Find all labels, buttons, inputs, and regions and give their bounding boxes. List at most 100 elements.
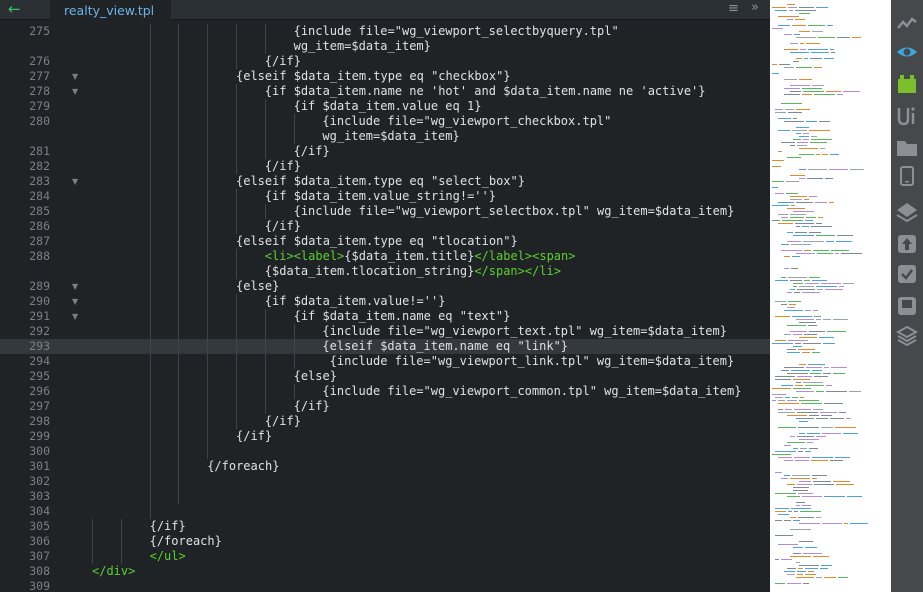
device-icon[interactable]	[895, 294, 919, 318]
indent-guide	[120, 549, 122, 564]
minimap-code-line	[793, 211, 814, 212]
folder-icon[interactable]	[895, 136, 919, 160]
code-line[interactable]: 293 {elseif $data_item.name eq "link"}	[0, 339, 770, 354]
minimap-code-line	[805, 451, 811, 452]
indent-guide	[178, 429, 180, 444]
code-line[interactable]: 279 {if $data_item.value eq 1}	[0, 99, 770, 114]
line-number: 281	[29, 144, 50, 158]
minimap-code-line	[821, 565, 832, 566]
minimap-code-line	[791, 508, 811, 509]
indent-guide	[207, 159, 209, 174]
code-line[interactable]: 281 {/if}	[0, 144, 770, 159]
line-number: 297	[29, 399, 50, 413]
indent-guide	[207, 144, 209, 159]
minimap-code-line	[825, 178, 833, 179]
code-line[interactable]: 291 ▼ {if $data_item.name eq "text"}	[0, 309, 770, 324]
indent-guide	[293, 114, 295, 129]
stack-icon[interactable]	[895, 324, 919, 348]
minimap-code-line	[816, 319, 821, 320]
code-line[interactable]: 308 </div>	[0, 564, 770, 579]
code-line[interactable]: 285 {include file="wg_viewport_selectbox.…	[0, 204, 770, 219]
code-line[interactable]: 301 {/foreach}	[0, 459, 770, 474]
fold-arrow-icon[interactable]: ▼	[72, 174, 82, 189]
code-line[interactable]: 287 {elseif $data_item.type eq "tlocation…	[0, 234, 770, 249]
minimap-code-line	[784, 445, 791, 446]
trend-icon[interactable]	[895, 12, 919, 36]
line-number: 308	[29, 564, 50, 578]
fold-arrow-icon[interactable]: ▼	[72, 294, 82, 309]
minimap-code-line	[785, 109, 794, 110]
code-line[interactable]: wg_item=$data_item}	[0, 39, 770, 54]
code-line[interactable]: 284 {if $data_item.value_string!=''}	[0, 189, 770, 204]
code-line[interactable]: 275 {include file="wg_viewport_selectbyqu…	[0, 24, 770, 39]
code-line[interactable]: 294 {include file="wg_viewport_link.tpl"…	[0, 354, 770, 369]
code-line[interactable]: 299 {/if}	[0, 429, 770, 444]
fold-arrow-icon[interactable]: ▼	[72, 84, 82, 99]
minimap[interactable]	[770, 0, 891, 592]
ui-icon[interactable]	[895, 104, 919, 128]
code-text: wg_item=$data_item}	[293, 39, 431, 53]
indent-guide	[149, 354, 151, 369]
checkbox-icon[interactable]	[895, 262, 919, 286]
indent-guide	[236, 399, 237, 414]
minimap-code-line	[781, 103, 802, 104]
minimap-code-line	[816, 517, 821, 518]
back-arrow-icon[interactable]: ←	[8, 1, 28, 19]
file-tab[interactable]: realty_view.tpl	[50, 0, 171, 20]
code-text: wg_item=$data_item}	[322, 129, 460, 143]
minimap-code-line	[797, 571, 806, 572]
code-line[interactable]: 297 {/if}	[0, 399, 770, 414]
tablet-icon[interactable]	[895, 164, 919, 188]
package-icon[interactable]	[895, 72, 919, 96]
minimap-code-line	[792, 397, 798, 398]
minimap-code-line	[799, 178, 805, 179]
code-line[interactable]: 305 {/if}	[0, 519, 770, 534]
code-line[interactable]: 303	[0, 489, 770, 504]
minimap-code-line	[824, 496, 845, 497]
code-line[interactable]: 276 {/if}	[0, 54, 770, 69]
code-line[interactable]: 306 {/foreach}	[0, 534, 770, 549]
minimap-code-line	[787, 307, 795, 308]
code-line[interactable]: 307 </ul>	[0, 549, 770, 564]
layers-icon[interactable]	[895, 200, 919, 224]
code-line[interactable]: 286 {/if}	[0, 219, 770, 234]
code-line[interactable]: 278 ▼ {if $data_item.name ne 'hot' and $da…	[0, 84, 770, 99]
code-line[interactable]: 298 {/if}	[0, 414, 770, 429]
code-editor[interactable]: 275 {include file="wg_viewport_selectbyqu…	[0, 20, 770, 592]
fold-arrow-icon[interactable]: ▼	[72, 69, 82, 84]
menu-icon[interactable]: ≡	[728, 1, 739, 16]
code-line[interactable]: 289 ▼ {else}	[0, 279, 770, 294]
indent-guide	[207, 429, 209, 444]
fold-arrow-icon[interactable]: ▼	[72, 279, 82, 294]
code-line[interactable]: 283 ▼ {elseif $data_item.type eq "select_b…	[0, 174, 770, 189]
code-line[interactable]: 288 <li><label>{$data_item.title}</label>…	[0, 249, 770, 264]
code-line[interactable]: 290 ▼ {if $data_item.value!=''}	[0, 294, 770, 309]
indent-guide	[207, 114, 209, 129]
code-line[interactable]: 302	[0, 474, 770, 489]
code-line[interactable]: 277 ▼ {elseif $data_item.type eq "checkbox…	[0, 69, 770, 84]
code-text: {else}	[236, 279, 280, 293]
indent-guide	[178, 294, 180, 309]
double-chevron-right-icon[interactable]: »	[751, 0, 759, 15]
code-line[interactable]: {$data_item.tlocation_string}</span></li…	[0, 264, 770, 279]
code-line[interactable]: 296 {include file="wg_viewport_common.tpl…	[0, 384, 770, 399]
code-line[interactable]: 280 {include file="wg_viewport_checkbox.t…	[0, 114, 770, 129]
eye-icon[interactable]	[895, 40, 919, 64]
code-line[interactable]: 282 {/if}	[0, 159, 770, 174]
minimap-code-line	[803, 133, 809, 134]
minimap-code-line	[782, 220, 803, 221]
code-line[interactable]: 295 {else}	[0, 369, 770, 384]
code-line[interactable]: wg_item=$data_item}	[0, 129, 770, 144]
minimap-code-line	[793, 388, 811, 389]
minimap-code-line	[797, 436, 814, 437]
code-line[interactable]: 292 {include file="wg_viewport_text.tpl" …	[0, 324, 770, 339]
minimap-code-line	[813, 409, 823, 410]
code-line[interactable]: 300	[0, 444, 770, 459]
fold-arrow-icon[interactable]: ▼	[72, 309, 82, 324]
code-line[interactable]: 304	[0, 504, 770, 519]
upload-icon[interactable]	[895, 232, 919, 256]
minimap-code-line	[790, 331, 807, 332]
code-line[interactable]: 309	[0, 579, 770, 592]
minimap-code-line	[836, 241, 852, 242]
minimap-code-line	[791, 205, 795, 206]
